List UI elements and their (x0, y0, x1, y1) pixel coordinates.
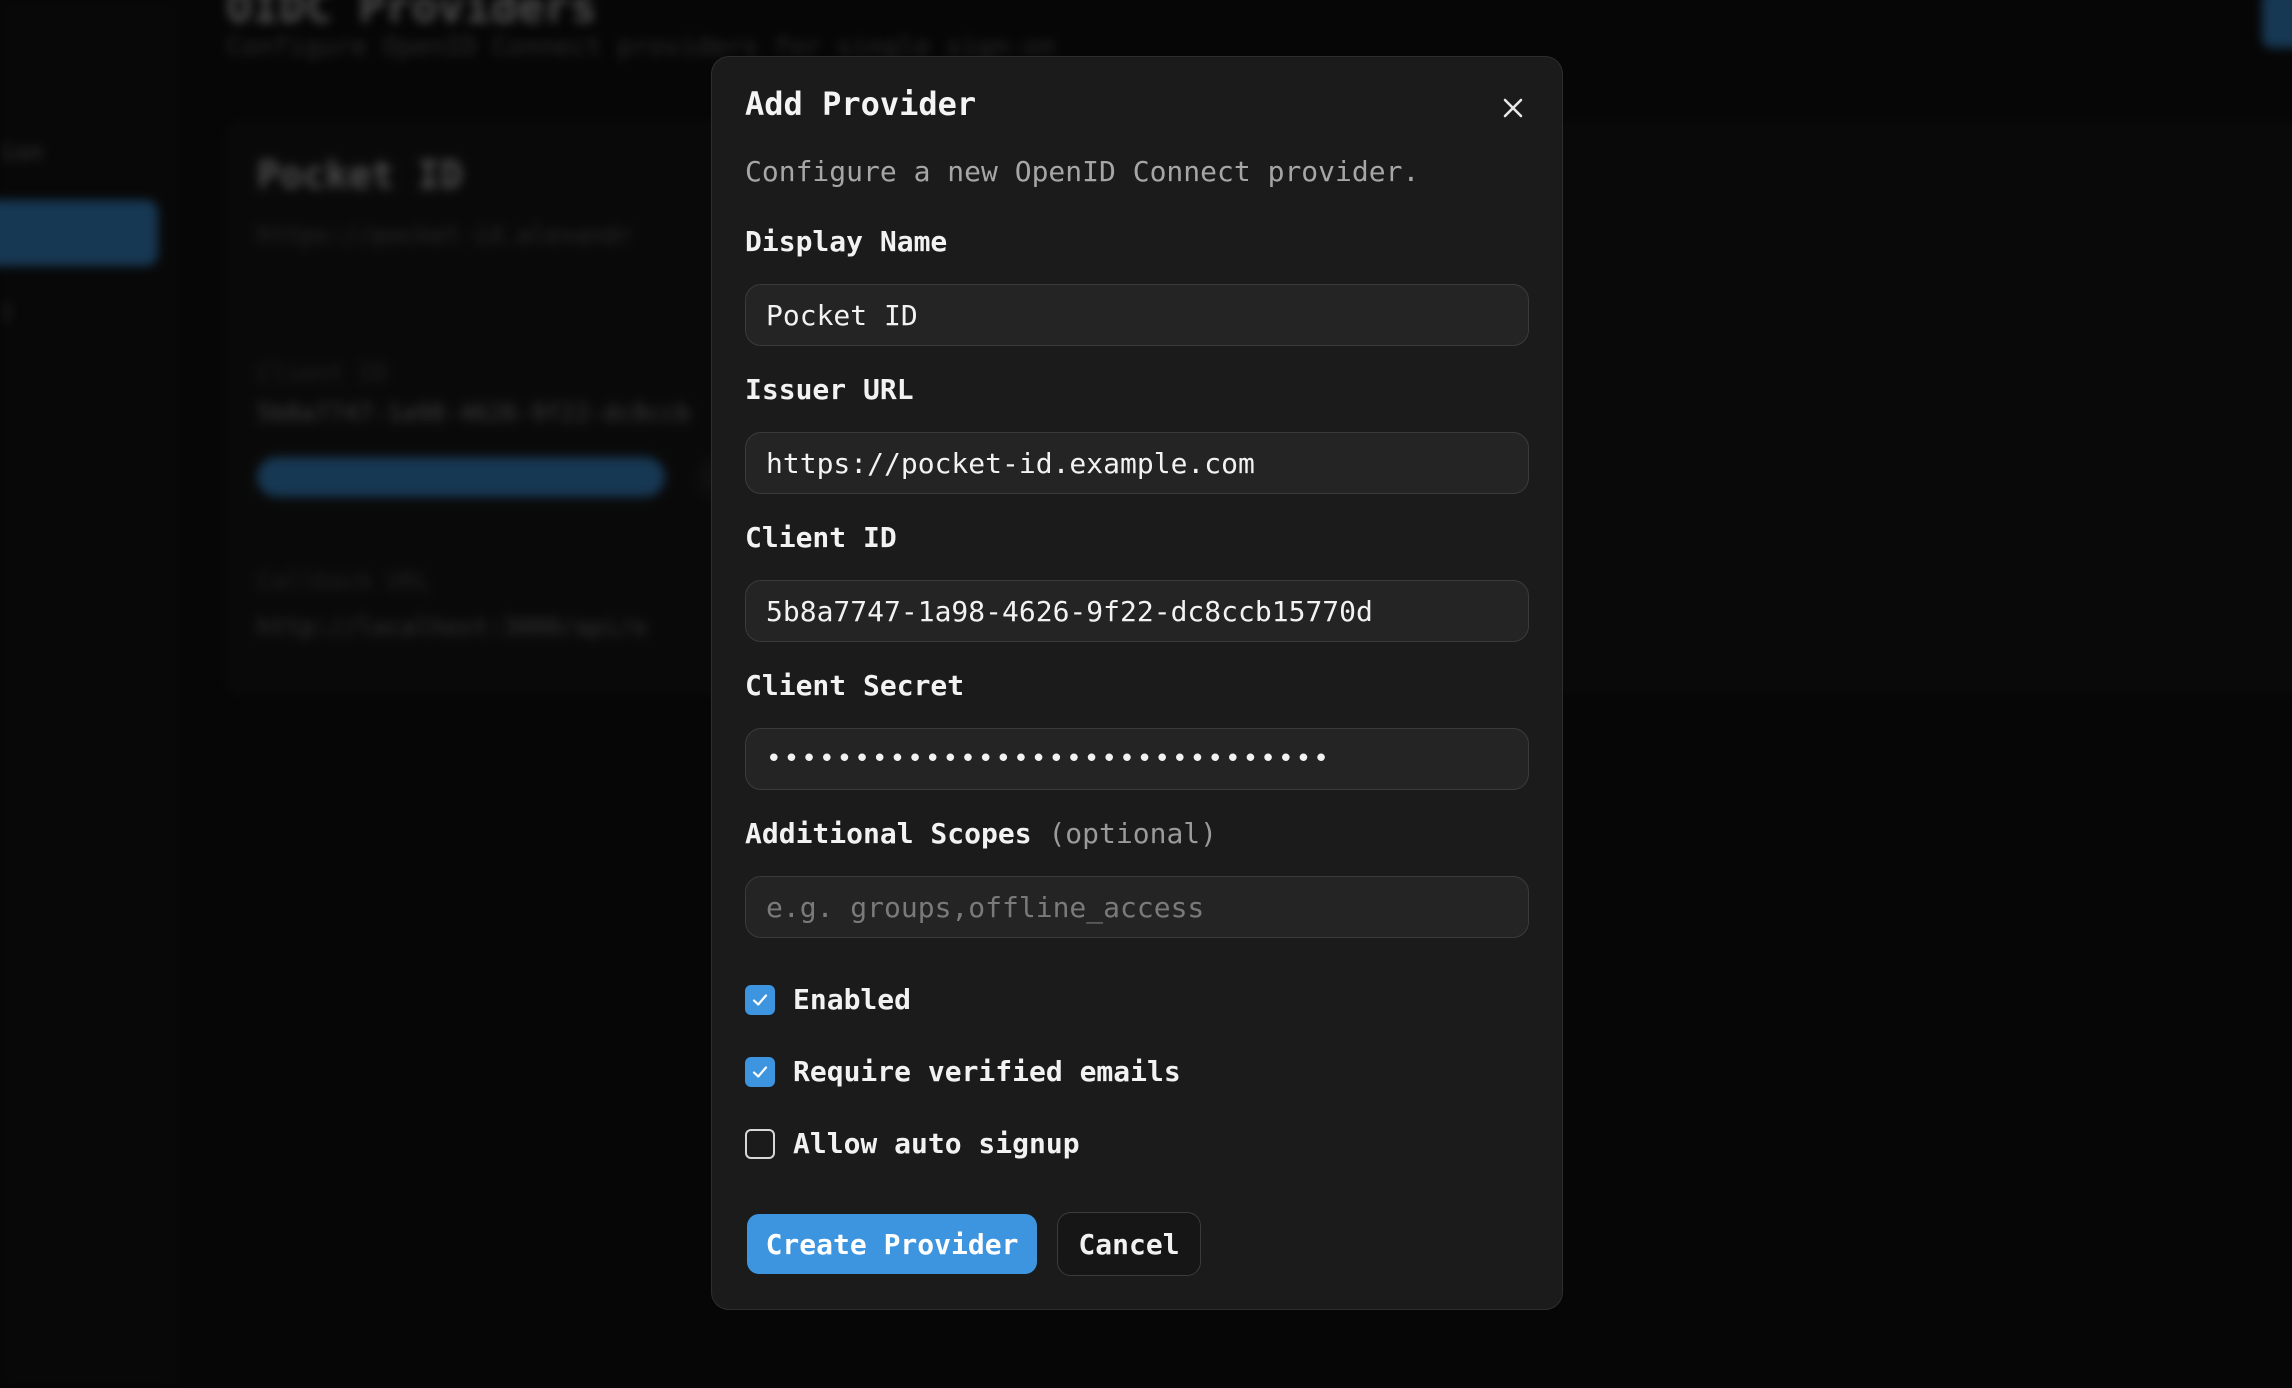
close-button[interactable] (1492, 87, 1534, 129)
create-provider-button[interactable]: Create Provider (747, 1214, 1037, 1274)
additional-scopes-label-text: Additional Scopes (745, 817, 1032, 850)
client-secret-input[interactable] (745, 728, 1529, 790)
check-icon (752, 993, 768, 1006)
client-id-input[interactable] (745, 580, 1529, 642)
add-provider-dialog: Add Provider Configure a new OpenID Conn… (711, 56, 1563, 1310)
require-verified-emails-checkbox[interactable] (745, 1056, 775, 1087)
check-icon (752, 1065, 768, 1078)
app-window: ion ) OIDC Providers Configure OpenID Co… (0, 0, 2292, 1388)
enabled-label: Enabled (793, 983, 912, 1016)
require-verified-emails-label: Require verified emails (793, 1055, 1181, 1088)
allow-auto-signup-row[interactable]: Allow auto signup (745, 1127, 1080, 1160)
display-name-label: Display Name (745, 225, 948, 258)
enabled-checkbox[interactable] (745, 984, 775, 1015)
dialog-description: Configure a new OpenID Connect provider. (745, 155, 1420, 188)
cancel-button[interactable]: Cancel (1057, 1212, 1201, 1276)
display-name-input[interactable] (745, 284, 1529, 346)
additional-scopes-label: Additional Scopes (optional) (745, 817, 1217, 850)
client-id-label: Client ID (745, 521, 897, 554)
require-verified-emails-row[interactable]: Require verified emails (745, 1055, 1181, 1088)
close-icon (1503, 98, 1523, 118)
allow-auto-signup-label: Allow auto signup (793, 1127, 1080, 1160)
client-secret-label: Client Secret (745, 669, 965, 702)
enabled-checkbox-row[interactable]: Enabled (745, 983, 911, 1016)
dialog-title: Add Provider (745, 85, 977, 123)
issuer-url-label: Issuer URL (745, 373, 914, 406)
optional-hint: (optional) (1048, 817, 1218, 850)
issuer-url-input[interactable] (745, 432, 1529, 494)
additional-scopes-input[interactable] (745, 876, 1529, 938)
allow-auto-signup-checkbox[interactable] (745, 1128, 775, 1159)
